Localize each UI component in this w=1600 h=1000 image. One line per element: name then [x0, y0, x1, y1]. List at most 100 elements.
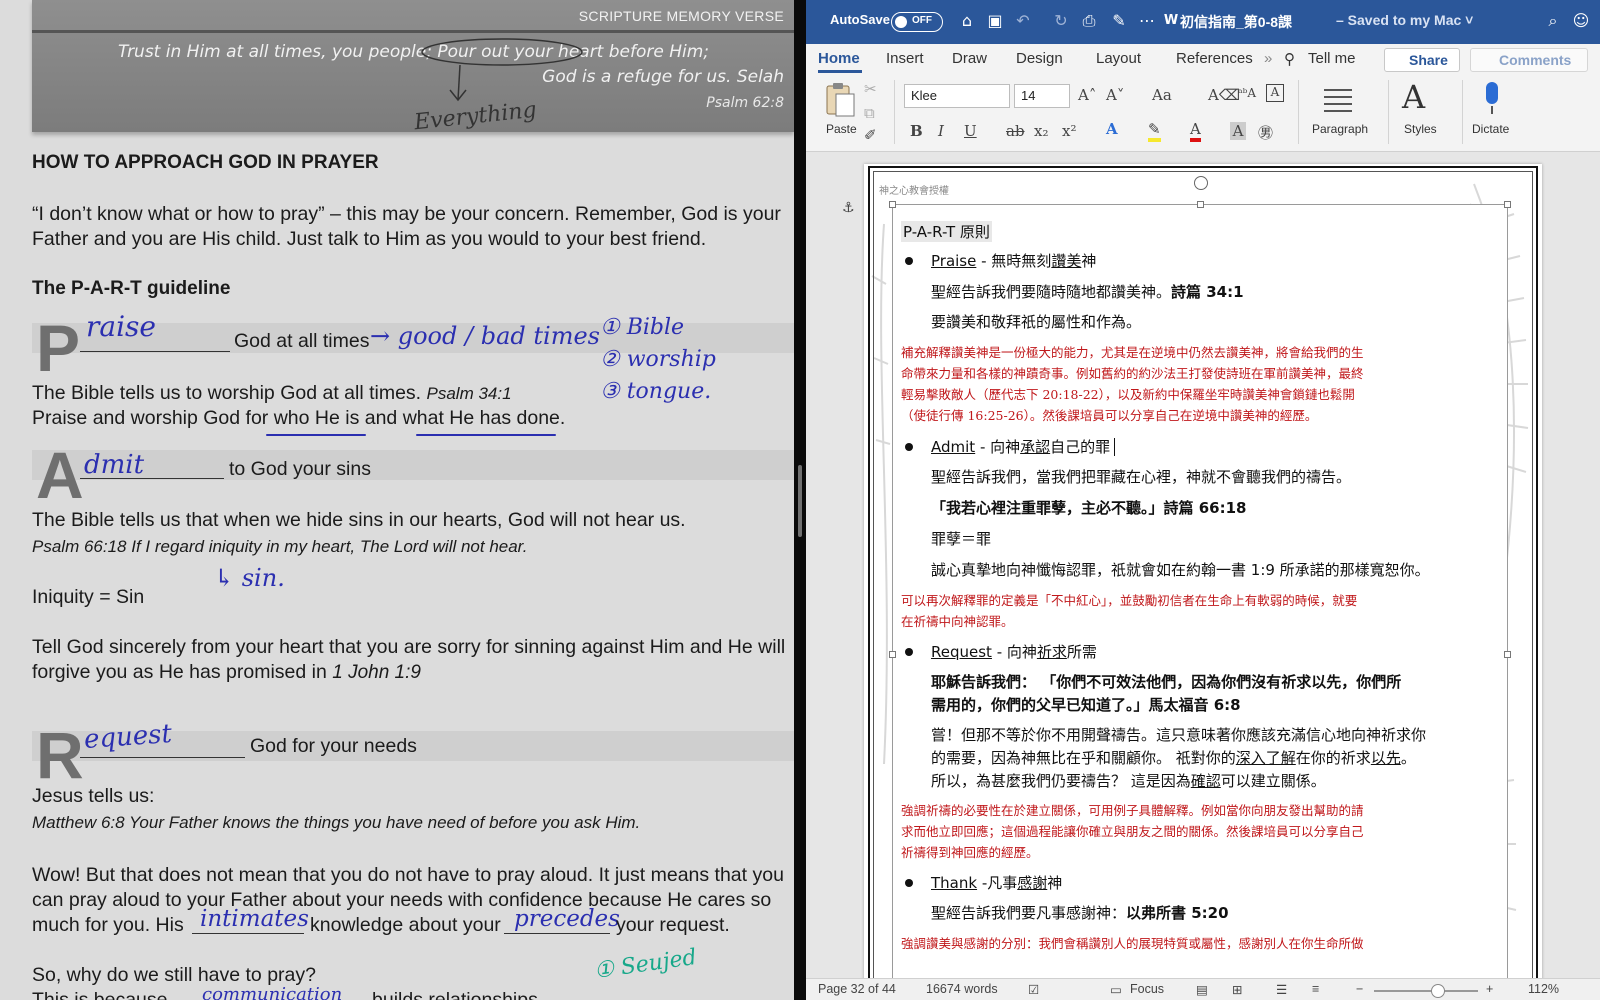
paste-icon[interactable]: [824, 82, 856, 118]
zoom-in-icon[interactable]: +: [1486, 982, 1493, 996]
shrink-font-icon[interactable]: A˅: [1106, 86, 1124, 104]
font-color-icon[interactable]: A: [1190, 120, 1201, 142]
phonetic-guide-icon[interactable]: ᵃᵇA: [1238, 86, 1256, 100]
share-button[interactable]: Share: [1384, 48, 1460, 72]
page-count[interactable]: Page 32 of 44: [818, 982, 896, 996]
tab-design[interactable]: Design: [1016, 50, 1063, 67]
active-tab-indicator: [818, 70, 862, 73]
request-line-4-underlined-2: 以先: [1370, 749, 1401, 767]
word-count[interactable]: 16674 words: [926, 982, 998, 996]
tell-me[interactable]: Tell me: [1308, 50, 1356, 67]
font-size-box[interactable]: 14: [1014, 84, 1070, 108]
microphone-icon[interactable]: [1480, 80, 1504, 116]
anchor-icon[interactable]: ⚓: [842, 200, 855, 216]
strikethrough-icon[interactable]: ab: [1006, 122, 1025, 140]
focus-mode-button[interactable]: Focus: [1130, 982, 1164, 996]
request-line-2: 需用的，你們的父早已知道了。」馬太福音 6:8: [931, 696, 1241, 714]
verse-circle-annotation: [421, 38, 583, 102]
edit-doc-icon[interactable]: ✎: [1108, 10, 1130, 32]
save-icon[interactable]: ▣: [984, 10, 1006, 32]
zoom-slider-thumb[interactable]: [1431, 984, 1446, 998]
resize-handle[interactable]: [1504, 201, 1511, 208]
request-note-line: 求而他立即回應；這個過程能讓你確立與朋友之間的關係。然後課培員可以分享自己: [901, 824, 1364, 839]
font-name-box[interactable]: Klee: [904, 84, 1010, 108]
tab-home[interactable]: Home: [818, 50, 860, 67]
autosave-toggle[interactable]: OFF: [891, 12, 943, 32]
p-suffix: God at all times: [234, 330, 370, 352]
more-icon[interactable]: ⋯: [1136, 10, 1158, 32]
search-icon[interactable]: ⌕: [1542, 10, 1564, 32]
resize-handle[interactable]: [1504, 651, 1511, 658]
bold-icon[interactable]: B: [910, 122, 923, 140]
doc-heading: P-A-R-T 原則: [901, 221, 992, 242]
print-icon[interactable]: ⎙: [1078, 10, 1100, 32]
more-tabs-icon[interactable]: »: [1264, 50, 1272, 67]
grow-font-icon[interactable]: A˄: [1078, 86, 1096, 104]
side-note-2: ② worship: [600, 347, 716, 372]
web-layout-icon[interactable]: ⊞: [1232, 982, 1242, 997]
tab-layout[interactable]: Layout: [1096, 50, 1141, 67]
document-page[interactable]: 神之心教會授權 P-A-R-T 原則 Praise - 無時無刻讚美神 聖經告訴…: [864, 164, 1542, 978]
enclose-character-icon[interactable]: ㊚: [1258, 122, 1273, 143]
divider-handle[interactable]: [798, 465, 802, 537]
resize-handle[interactable]: [1197, 201, 1204, 208]
resize-handle[interactable]: [889, 651, 896, 658]
a-blank-line: [80, 478, 224, 479]
paragraph-icon[interactable]: [1320, 86, 1360, 114]
character-border-icon[interactable]: A: [1266, 84, 1284, 102]
request-line-4: 的需要，因為神無比在乎和關顧你。 祇對你的深入了解在你的祈求以先。: [931, 747, 1416, 768]
selected-textbox[interactable]: P-A-R-T 原則 Praise - 無時無刻讚美神 聖經告訴我們要隨時隨地都…: [889, 201, 1511, 978]
request-line-3: 嘗！但那不等於你不用開聲禱告。這只意味著你應該充滿信心地向神祈求你: [931, 726, 1427, 744]
comments-button[interactable]: Comments: [1470, 48, 1588, 72]
change-case-icon[interactable]: Aa: [1152, 86, 1172, 104]
home-icon[interactable]: ⌂: [956, 10, 978, 32]
tab-insert[interactable]: Insert: [886, 50, 924, 67]
underline-what-he-has-done: [416, 434, 556, 436]
tell-line-2: forgive you as He has promised in 1 John…: [32, 661, 421, 684]
clear-format-icon[interactable]: A⌫: [1208, 86, 1240, 104]
tab-references[interactable]: References: [1176, 50, 1253, 67]
proofing-icon[interactable]: ☑: [1028, 982, 1039, 997]
undo-icon[interactable]: ↶: [1012, 10, 1034, 32]
document-title[interactable]: 初信指南_第0-8課: [1180, 12, 1292, 32]
praise-rest: - 無時無刻: [976, 252, 1052, 270]
print-layout-icon[interactable]: ▤: [1196, 982, 1208, 997]
save-status[interactable]: – Saved to my Mac ˅: [1336, 12, 1473, 28]
rotate-handle[interactable]: [1194, 176, 1208, 190]
wow-line-3-mid: knowledge about your: [310, 914, 501, 936]
p-letter: P: [36, 311, 81, 385]
outline-view-icon[interactable]: ☰: [1276, 982, 1287, 997]
tab-draw[interactable]: Draw: [952, 50, 987, 67]
zoom-slider[interactable]: [1374, 984, 1478, 998]
zoom-out-icon[interactable]: −: [1356, 982, 1363, 996]
wow-blank-1: [192, 933, 304, 934]
styles-icon[interactable]: A: [1402, 78, 1425, 116]
request-line-5-text: 所以，為甚麼我們仍要禱告？ 這是因為: [931, 772, 1191, 790]
side-note-3: ③ tongue.: [600, 379, 712, 404]
redo-icon[interactable]: ↻: [1050, 10, 1072, 32]
superscript-icon[interactable]: x²: [1062, 122, 1076, 140]
worksheet-pane[interactable]: SCRIPTURE MEMORY VERSE Trust in Him at a…: [0, 0, 794, 1000]
cut-icon[interactable]: ✂: [864, 80, 877, 98]
underline-icon[interactable]: U: [964, 122, 977, 140]
character-shading-icon[interactable]: A: [1230, 122, 1246, 140]
subscript-icon[interactable]: x₂: [1034, 122, 1048, 140]
thank-rest: -凡事: [977, 874, 1018, 892]
zoom-level[interactable]: 112%: [1528, 982, 1559, 996]
ribbon-tabs: Home Insert Draw Design Layout Reference…: [806, 44, 1600, 74]
italic-icon[interactable]: I: [938, 122, 944, 140]
intro-line-1: “I don’t know what or how to pray” – thi…: [32, 203, 781, 225]
intro-line-2: Father and you are His child. Just talk …: [32, 228, 707, 250]
focus-icon[interactable]: ▭: [1110, 982, 1122, 997]
document-canvas[interactable]: ⚓ 神之心教會授權 P-A-R-T 原則 Praise - 無時無刻讚美神 聖經…: [806, 152, 1600, 978]
wow-line-3-start: much for you. His: [32, 914, 184, 936]
thank-line-1: 聖經告訴我們要凡事感謝神：以弗所書 5:20: [931, 902, 1229, 923]
draft-view-icon[interactable]: ≡: [1312, 982, 1319, 996]
format-painter-icon[interactable]: ✐: [864, 126, 877, 144]
text-effects-icon[interactable]: A: [1106, 120, 1118, 138]
copy-icon[interactable]: ⧉: [864, 104, 875, 122]
resize-handle[interactable]: [889, 201, 896, 208]
account-icon[interactable]: ☺: [1570, 10, 1592, 32]
split-view-divider[interactable]: [794, 0, 806, 1000]
highlight-icon[interactable]: ✎: [1148, 120, 1161, 142]
